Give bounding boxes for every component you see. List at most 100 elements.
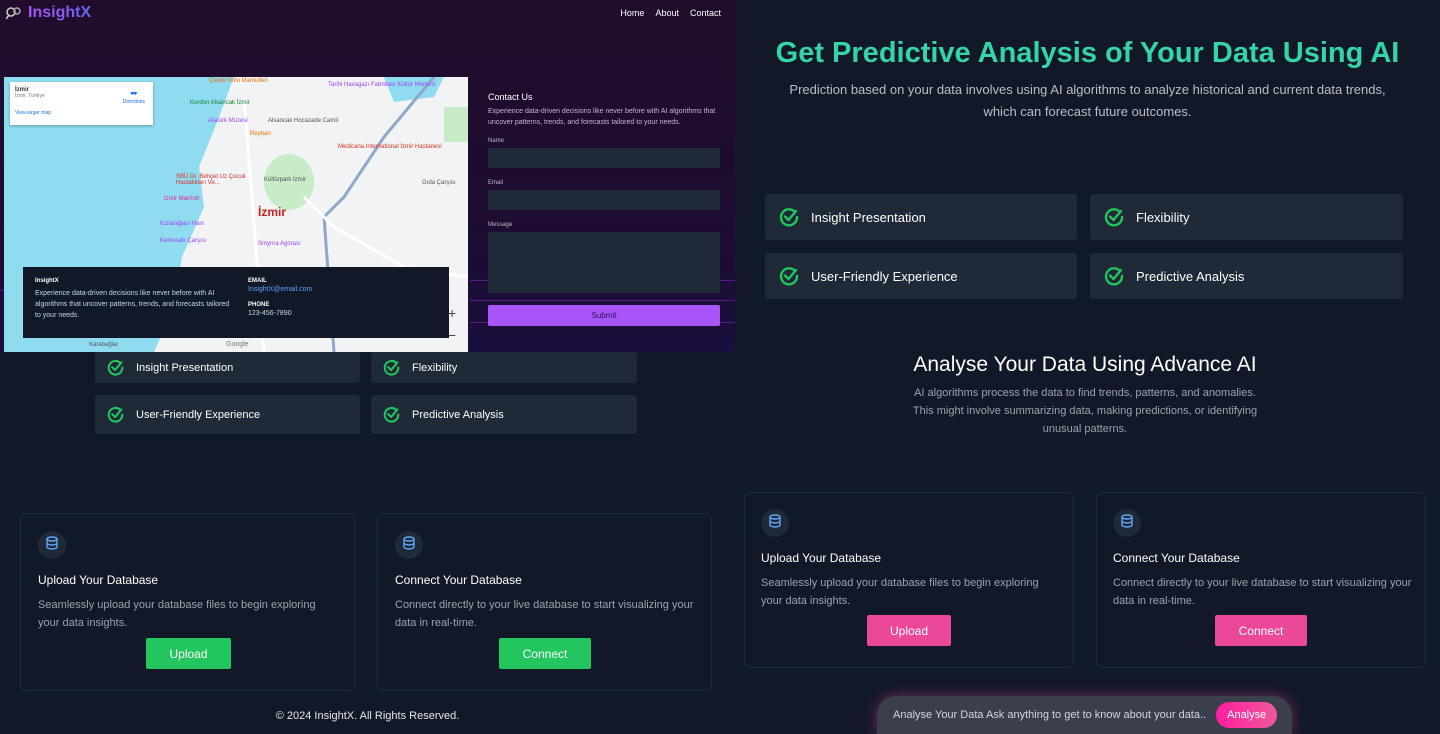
map-label: Karabağlar: [89, 342, 119, 348]
map-label: Çelebi Unlu Mamulleri: [209, 78, 268, 84]
card-desc: Seamlessly upload your database files to…: [38, 599, 316, 629]
connect-card: Connect Your Database Connect directly t…: [1096, 492, 1426, 668]
info-desc: Experience data-driven decisions like ne…: [35, 290, 230, 319]
connect-card: Connect Your Database Connect directly t…: [377, 513, 712, 691]
view-larger-map-link[interactable]: View larger map: [15, 110, 148, 116]
directions-label: Directions: [122, 99, 145, 105]
card-title: Connect Your Database: [1113, 551, 1240, 565]
feature-label: Predictive Analysis: [412, 408, 504, 421]
feature-predictive-analysis: Predictive Analysis: [1090, 253, 1403, 299]
brand-name: InsightX: [28, 4, 92, 21]
map-label: Medicana International İzmir Hastanesi: [338, 144, 442, 150]
database-icon: [38, 531, 66, 559]
upload-card: Upload Your Database Seamlessly upload y…: [744, 492, 1074, 668]
google-logo: Google: [226, 341, 249, 348]
footer-copyright: © 2024 InsightX. All Rights Reserved.: [275, 710, 460, 722]
directions-icon: ➦: [130, 88, 138, 98]
map-zoom-in-button[interactable]: +: [448, 305, 456, 321]
right-screen: Get Predictive Analysis of Your Data Usi…: [735, 0, 1440, 734]
feature-label: Flexibility: [1136, 209, 1190, 225]
email-label: EMAIL: [248, 278, 267, 284]
check-circle-icon: [779, 266, 799, 286]
check-circle-icon: [1104, 207, 1124, 227]
map-place-card: İzmir İzmir, Türkiye ➦ Directions View la…: [10, 82, 153, 125]
map-label: Alsancak Hocazade Camii: [268, 118, 339, 124]
feature-label: Flexibility: [412, 361, 458, 374]
left-screen: InsightX Home About Contact İzmir İzmir,…: [0, 0, 735, 734]
feature-insight-presentation: Insight Presentation: [765, 194, 1077, 240]
nav-about[interactable]: About: [655, 8, 679, 18]
section-desc: AI algorithms process the data to find t…: [912, 387, 1258, 435]
email-field[interactable]: [488, 190, 720, 210]
analyse-bar: Analyse Your Data Ask anything to get to…: [877, 696, 1292, 734]
check-circle-icon: [383, 359, 400, 376]
map-label: Atatürk Müzesi: [208, 118, 248, 124]
feature-insight-presentation: Insight Presentation: [95, 352, 360, 383]
database-icon: [395, 531, 423, 559]
card-title: Upload Your Database: [38, 573, 159, 587]
message-field[interactable]: [488, 232, 720, 293]
feature-flexibility: Flexibility: [1090, 194, 1403, 240]
upload-card: Upload Your Database Seamlessly upload y…: [20, 513, 355, 691]
brand-logo[interactable]: InsightX: [6, 4, 91, 22]
logo-icon: [6, 7, 21, 20]
directions-link[interactable]: ➦ Directions: [123, 88, 145, 105]
upload-button[interactable]: Upload: [867, 615, 951, 646]
map-label: Kültürpark İzmir: [264, 177, 307, 183]
map-label: Tarihi Havagazı Fabrikası Kültür Merkezi: [328, 82, 436, 88]
check-circle-icon: [383, 406, 400, 423]
hero-section: InsightX Home About Contact İzmir İzmir,…: [0, 0, 735, 352]
feature-user-friendly: User-Friendly Experience: [95, 395, 360, 434]
check-circle-icon: [779, 207, 799, 227]
phone-value: 123-456-7890: [248, 310, 292, 317]
analyse-input[interactable]: Analyse Your Data Ask anything to get to…: [893, 709, 1206, 721]
map-city-label: İzmir: [258, 205, 287, 219]
card-desc: Connect directly to your live database t…: [395, 599, 694, 629]
feature-label: User-Friendly Experience: [136, 408, 261, 421]
nav-home[interactable]: Home: [620, 8, 644, 18]
company-info-box: InsightX Experience data-driven decision…: [23, 267, 449, 338]
email-field-label: Email: [488, 180, 504, 186]
nav-contact[interactable]: Contact: [690, 8, 721, 18]
contact-form: Contact Us Experience data-driven decisi…: [488, 92, 720, 326]
analyse-button[interactable]: Analyse: [1216, 702, 1278, 728]
submit-button[interactable]: Submit: [488, 305, 720, 326]
map-label: Reyhan: [250, 131, 271, 137]
message-label: Message: [488, 222, 513, 228]
card-title: Upload Your Database: [761, 551, 882, 565]
check-circle-icon: [107, 359, 124, 376]
feature-label: Predictive Analysis: [1136, 268, 1245, 284]
name-label: Name: [488, 138, 505, 144]
feature-flexibility: Flexibility: [371, 352, 637, 383]
database-icon: [1113, 509, 1141, 537]
map-label: Kızlarağası Hanı: [160, 221, 205, 227]
map-label: Kemeraltı Çarşısı: [160, 238, 207, 244]
map-label: Gıda Çarşısı: [422, 180, 456, 186]
feature-label: Insight Presentation: [136, 361, 234, 374]
email-link[interactable]: InsightX@email.com: [248, 286, 312, 293]
contact-title: Contact Us: [488, 92, 533, 102]
connect-button[interactable]: Connect: [499, 638, 591, 669]
feature-predictive-analysis: Predictive Analysis: [371, 395, 637, 434]
card-title: Connect Your Database: [395, 573, 522, 587]
card-desc: Seamlessly upload your database files to…: [761, 577, 1039, 607]
feature-user-friendly: User-Friendly Experience: [765, 253, 1077, 299]
map-label: İzmir Marriott: [164, 196, 199, 202]
map-label: Smyrna Agorası: [258, 241, 301, 247]
section-title: Analyse Your Data Using Advance AI: [913, 353, 1257, 376]
map-zoom-out-button[interactable]: −: [448, 327, 456, 343]
top-nav: Home About Contact: [620, 8, 721, 18]
feature-label: User-Friendly Experience: [811, 268, 958, 284]
feature-label: Insight Presentation: [811, 209, 926, 225]
map-label: Kordon Alsancak İzmir: [190, 100, 250, 106]
connect-button[interactable]: Connect: [1215, 615, 1307, 646]
upload-button[interactable]: Upload: [146, 638, 231, 669]
check-circle-icon: [1104, 266, 1124, 286]
page-subtitle: Prediction based on your data involves u…: [789, 82, 1386, 119]
name-field[interactable]: [488, 148, 720, 168]
map-label: SBÜ Dr. Behçet Uz Çocuk Hastalıkları Ve.…: [176, 174, 246, 186]
page-title: Get Predictive Analysis of Your Data Usi…: [775, 37, 1400, 69]
card-desc: Connect directly to your live database t…: [1113, 577, 1412, 607]
check-circle-icon: [107, 406, 124, 423]
phone-label: PHONE: [248, 302, 270, 308]
